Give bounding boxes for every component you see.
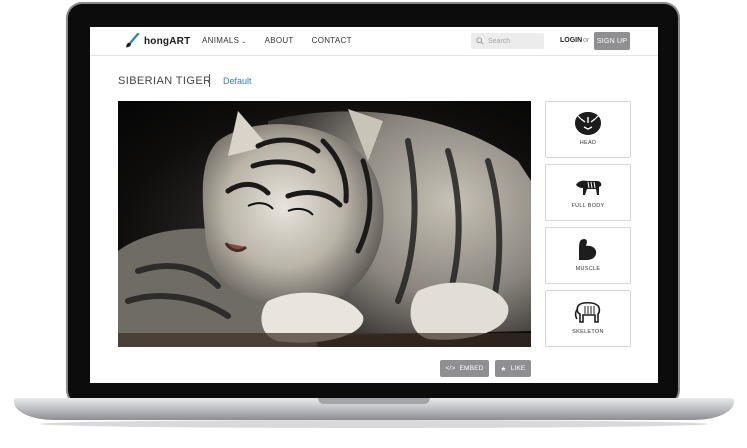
laptop-screen: hongART ANIMALS ⌄ ABOUT CONTACT Search LO… [90,27,658,383]
chevron-down-icon: ⌄ [241,39,247,45]
search-placeholder: Search [488,37,511,45]
laptop-shadow [40,420,708,428]
tiger-body-icon [576,180,602,195]
star-icon: ★ [500,365,507,373]
title-divider [209,74,210,87]
or-text: or [583,37,590,44]
view-label-full-body: FULL BODY [571,203,605,209]
view-label-muscle: MUSCLE [575,266,601,272]
nav-item-about[interactable]: ABOUT [265,36,294,45]
embed-button[interactable]: </> EMBED [440,360,489,377]
search-icon [476,37,484,45]
tiger-photo [118,101,531,347]
variant-link[interactable]: Default [223,76,252,86]
tiger-head-icon [575,112,601,135]
logo[interactable]: hongART [124,33,190,49]
signup-button[interactable]: SIGN UP [594,32,630,50]
laptop-notch [318,398,430,404]
page-title: SIBERIAN TIGER [118,75,212,87]
main-nav: ANIMALS ⌄ ABOUT CONTACT [202,36,370,45]
view-card-skeleton[interactable]: SKELETON [545,290,631,347]
like-button[interactable]: ★ LIKE [495,360,531,377]
embed-label: EMBED [459,365,484,372]
nav-item-animals[interactable]: ANIMALS ⌄ [202,36,247,45]
like-label: LIKE [510,365,526,372]
elephant-skeleton-icon [574,301,601,323]
paintbrush-icon [126,33,140,48]
search-input[interactable]: Search [471,33,544,49]
logo-text: hongART [144,35,191,47]
nav-item-contact[interactable]: CONTACT [312,36,352,45]
view-card-full-body[interactable]: FULL BODY [545,164,631,221]
top-navigation-bar: hongART ANIMALS ⌄ ABOUT CONTACT Search LO… [90,27,658,56]
view-card-muscle[interactable]: MUSCLE [545,227,631,284]
view-label-head: HEAD [579,140,597,146]
view-label-skeleton: SKELETON [572,329,604,335]
muscle-arm-icon [579,238,597,260]
view-card-head[interactable]: HEAD [545,101,631,158]
tiger-illustration [118,109,531,347]
login-link[interactable]: LOGIN [560,37,582,44]
code-icon: </> [445,365,456,372]
nav-label-animals: ANIMALS [202,36,240,45]
